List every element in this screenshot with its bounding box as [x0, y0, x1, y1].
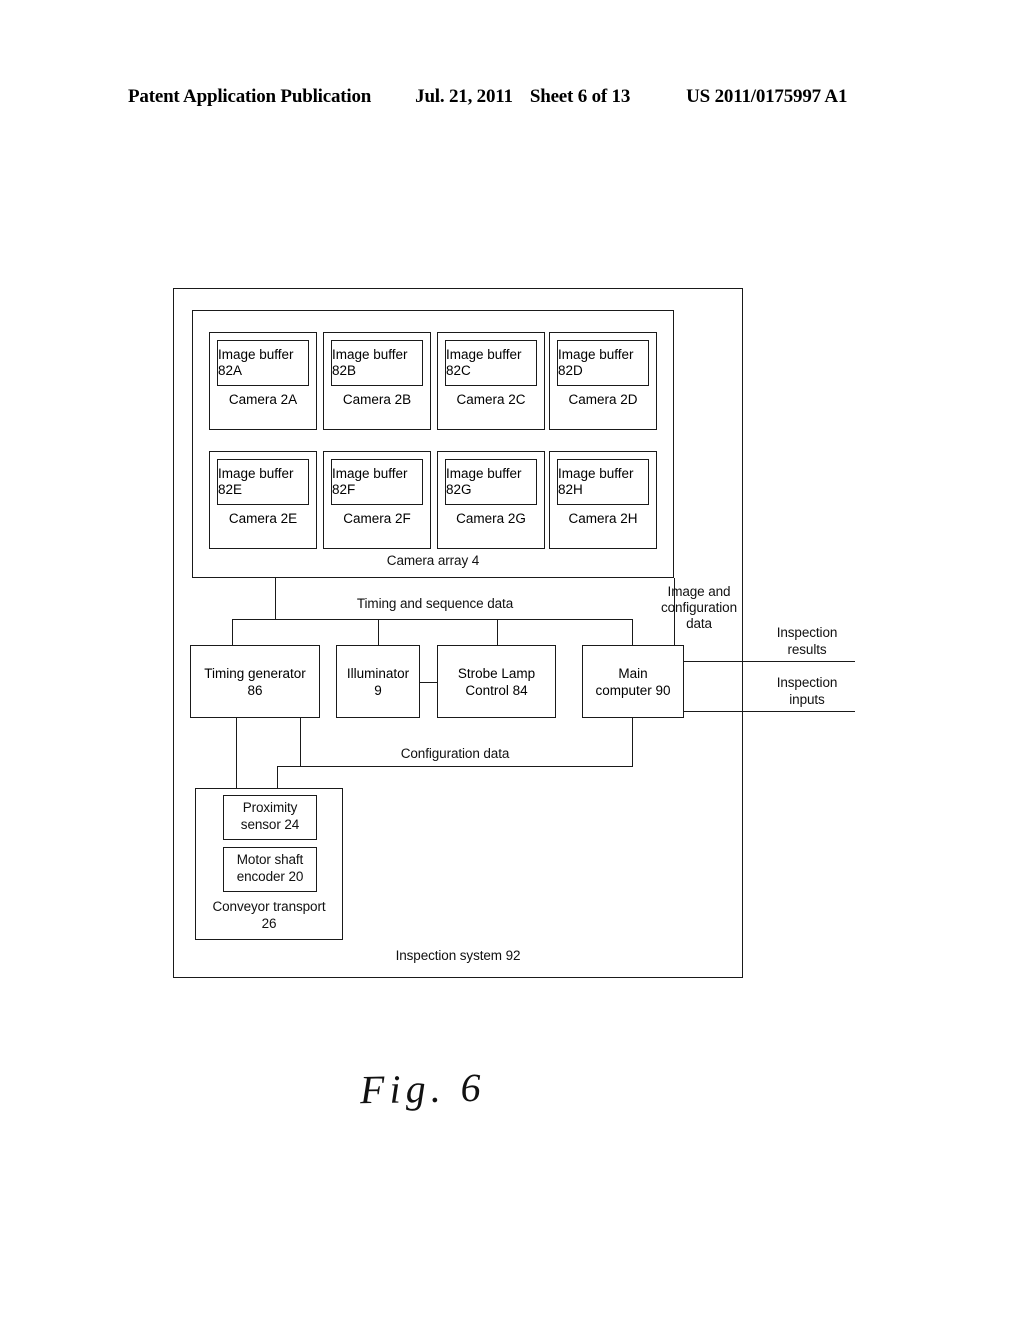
figure-6-diagram: Image buffer 82A Camera 2A Image buffer … — [0, 0, 1024, 1320]
camera-cell: Image buffer 82F Camera 2F — [323, 451, 431, 549]
inspection-inputs-line — [684, 711, 855, 712]
configuration-data-bus — [277, 766, 633, 767]
main-computer-box: Main computer 90 — [582, 645, 684, 718]
camera-label: Camera 2B — [342, 392, 412, 407]
inspection-system-label: Inspection system 92 — [395, 948, 521, 963]
camera-label: Camera 2D — [568, 392, 638, 407]
image-buffer-label: Image buffer 82G — [445, 459, 537, 505]
image-buffer-label: Image buffer 82A — [217, 340, 309, 386]
conveyor-transport-label: Conveyor transport 26 — [212, 899, 326, 931]
connector-config-bus-to-conveyor — [277, 766, 278, 788]
image-buffer-label: Image buffer 82H — [557, 459, 649, 505]
camera-label: Camera 2A — [228, 392, 298, 407]
timing-generator-box: Timing generator 86 — [190, 645, 320, 718]
camera-label: Camera 2C — [456, 392, 526, 407]
connector-timing-generator-to-conveyor — [236, 718, 237, 788]
connector-timing-generator-to-config-bus — [300, 718, 301, 766]
camera-cell: Image buffer 82G Camera 2G — [437, 451, 545, 549]
inspection-results-label: Inspection results — [776, 625, 838, 657]
illuminator-box: Illuminator 9 — [336, 645, 420, 718]
inspection-inputs-label: Inspection inputs — [776, 675, 838, 707]
camera-array-label: Camera array 4 — [386, 553, 480, 568]
connector-illuminator-to-strobe — [420, 682, 437, 683]
connector-bus-to-timing-generator — [232, 619, 233, 645]
timing-sequence-bus — [232, 619, 632, 620]
camera-cell: Image buffer 82A Camera 2A — [209, 332, 317, 430]
image-configuration-data-label: Image and configuration data — [660, 584, 737, 631]
strobe-lamp-control-label: Strobe Lamp Control 84 — [457, 665, 536, 698]
camera-cell: Image buffer 82B Camera 2B — [323, 332, 431, 430]
proximity-sensor-label: Proximity sensor 24 — [240, 800, 300, 832]
camera-cell: Image buffer 82C Camera 2C — [437, 332, 545, 430]
image-buffer-label: Image buffer 82F — [331, 459, 423, 505]
main-computer-label: Main computer 90 — [595, 665, 671, 698]
connector-bus-to-strobe-lamp-control — [497, 619, 498, 645]
image-buffer-label: Image buffer 82B — [331, 340, 423, 386]
camera-label: Camera 2F — [343, 511, 411, 526]
camera-cell: Image buffer 82D Camera 2D — [549, 332, 657, 430]
connector-bus-to-illuminator — [378, 619, 379, 645]
image-buffer-label: Image buffer 82C — [445, 340, 537, 386]
camera-label: Camera 2G — [456, 511, 526, 526]
camera-cell: Image buffer 82H Camera 2H — [549, 451, 657, 549]
timing-generator-label: Timing generator 86 — [204, 665, 306, 698]
connector-bus-to-main-computer — [632, 619, 633, 645]
inspection-results-line — [684, 661, 855, 662]
connector-camera-array-to-bus — [275, 578, 276, 619]
image-buffer-label: Image buffer 82E — [217, 459, 309, 505]
illuminator-label: Illuminator 9 — [346, 665, 410, 698]
camera-label: Camera 2H — [568, 511, 638, 526]
figure-caption: Fig. 6 — [359, 1064, 487, 1113]
connector-main-computer-to-config-bus — [632, 718, 633, 766]
timing-sequence-bus-label: Timing and sequence data — [356, 596, 514, 611]
motor-shaft-encoder-label: Motor shaft encoder 20 — [236, 852, 304, 884]
camera-cell: Image buffer 82E Camera 2E — [209, 451, 317, 549]
image-buffer-label: Image buffer 82D — [557, 340, 649, 386]
camera-label: Camera 2E — [228, 511, 298, 526]
strobe-lamp-control-box: Strobe Lamp Control 84 — [437, 645, 556, 718]
configuration-data-label: Configuration data — [400, 746, 510, 761]
